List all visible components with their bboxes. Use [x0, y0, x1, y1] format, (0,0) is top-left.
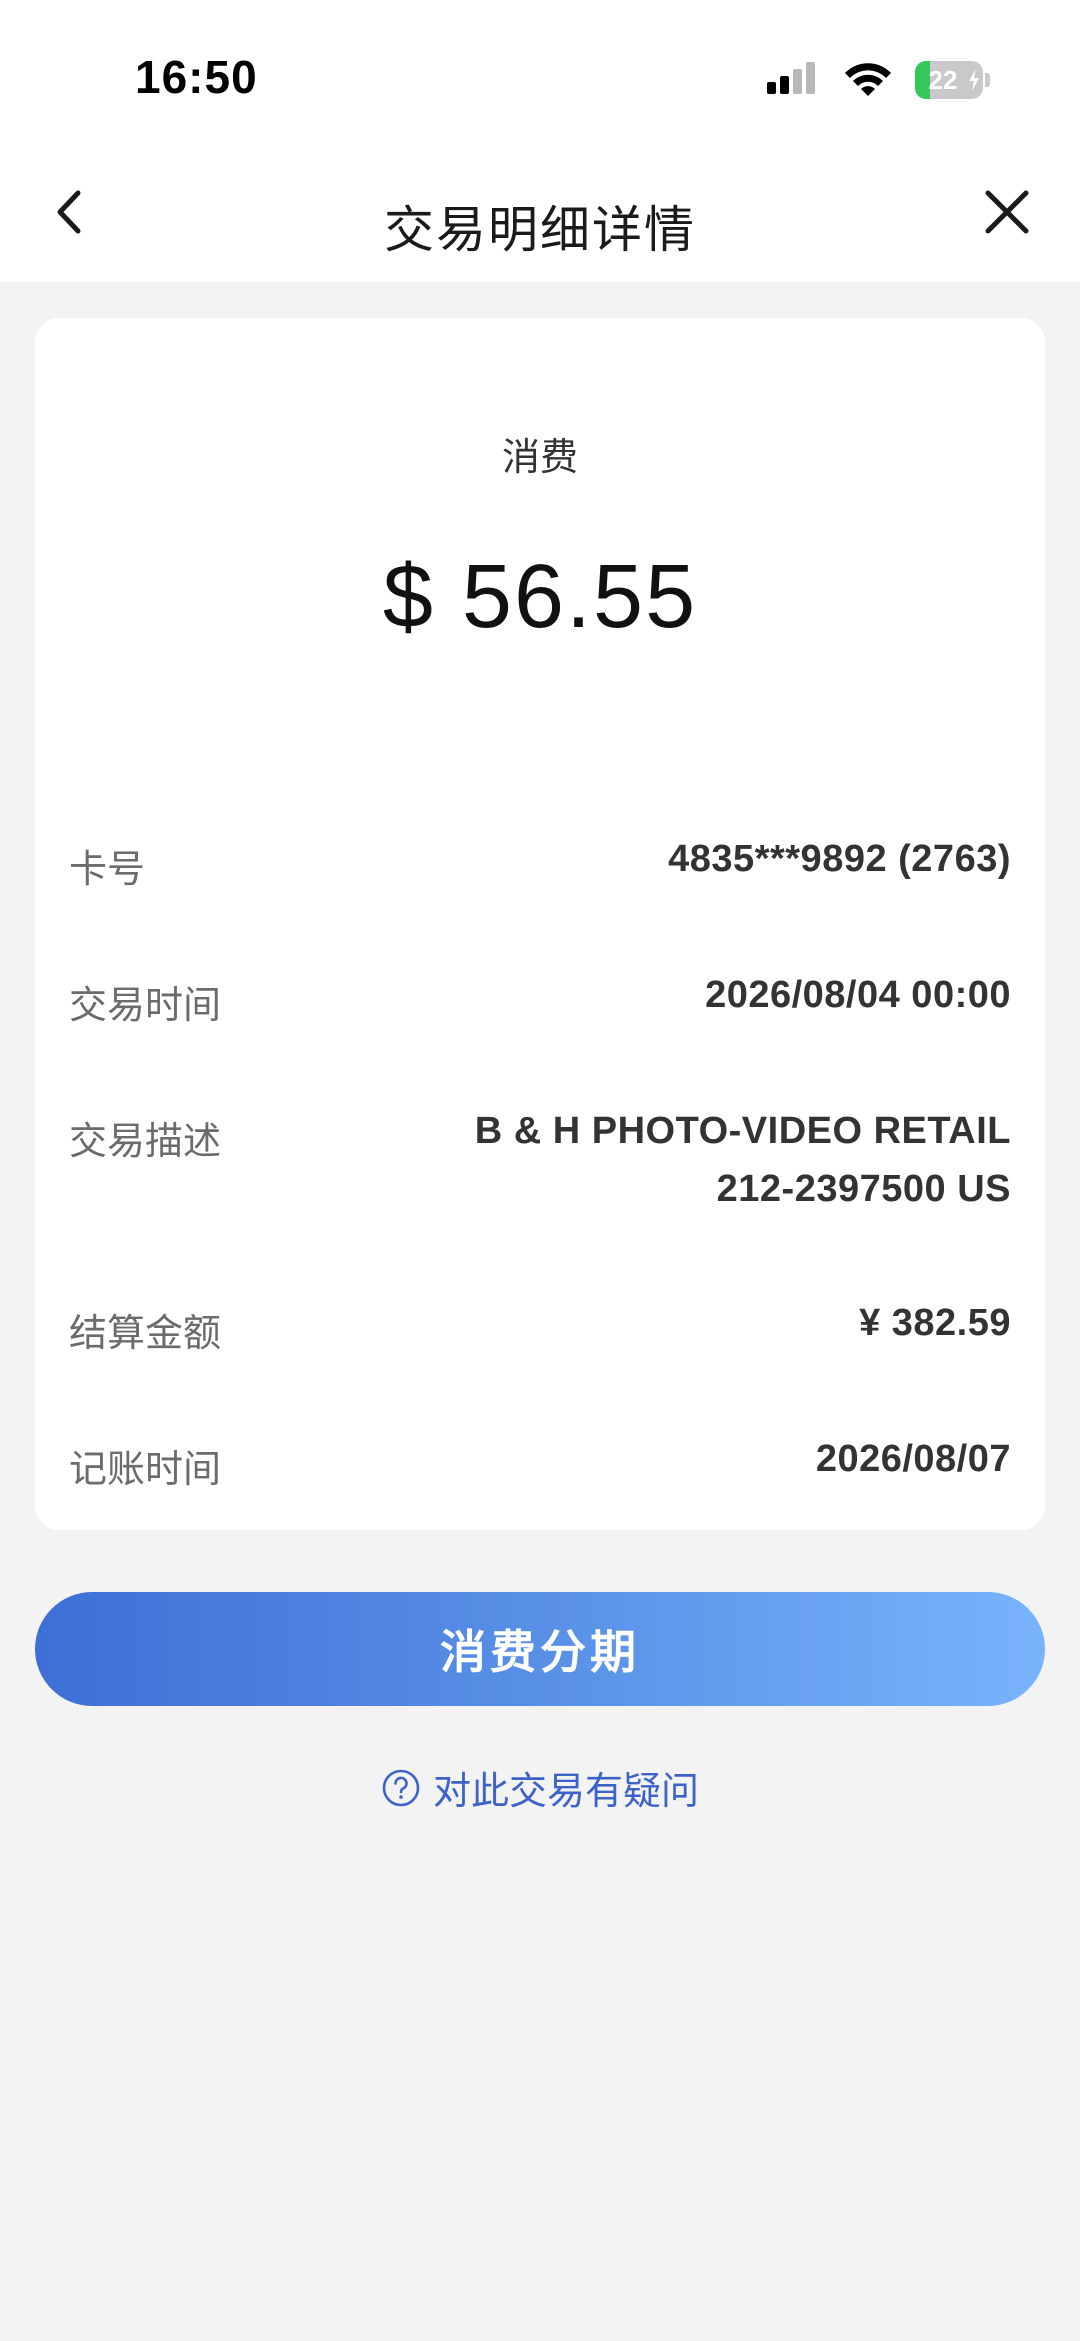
- transaction-time-text: 2026/08/04 00:00: [705, 974, 1011, 1016]
- card-number-value: 4835***9892 (2763): [668, 830, 1011, 888]
- description-line-2: 212-2397500 US: [716, 1168, 1011, 1210]
- navigation-bar: 交易明细详情: [0, 160, 1080, 282]
- transaction-description-label: 交易描述: [69, 1121, 222, 1163]
- card-number-text: 4835***9892 (2763): [668, 838, 1011, 880]
- cellular-signal-icon: [767, 62, 815, 94]
- battery-icon: 22: [915, 61, 983, 99]
- question-circle-icon: [382, 1769, 420, 1806]
- settlement-amount-text: ¥ 382.59: [859, 1302, 1011, 1344]
- battery-level-text: 22: [928, 64, 958, 95]
- status-bar: 16:50 22: [0, 0, 1080, 160]
- transaction-type: 消费: [501, 437, 578, 479]
- transaction-detail-card: 消费 $ 56.55 卡号 4835***9892 (2763) 交易时间 20…: [35, 318, 1045, 1530]
- transaction-description-value: B & H PHOTO-VIDEO RETAIL 212-2397500 US: [475, 1102, 1011, 1218]
- installment-button[interactable]: 消费分期: [35, 1592, 1045, 1706]
- settlement-amount-label: 结算金额: [69, 1313, 222, 1355]
- transaction-time-value: 2026/08/04 00:00: [705, 966, 1011, 1024]
- wifi-icon: [845, 63, 891, 96]
- posting-date-label: 记账时间: [69, 1449, 222, 1491]
- transaction-amount: $ 56.55: [382, 547, 698, 647]
- charging-bolt-icon: [969, 69, 979, 91]
- battery-nub: [985, 73, 990, 87]
- page-title: 交易明细详情: [384, 202, 696, 258]
- posting-date-value: 2026/08/07: [816, 1430, 1011, 1488]
- close-button[interactable]: [972, 182, 1042, 242]
- status-time: 16:50: [135, 51, 258, 103]
- status-icons: 22: [765, 56, 990, 104]
- card-number-label: 卡号: [69, 849, 146, 891]
- transaction-time-label: 交易时间: [69, 985, 222, 1027]
- posting-date-text: 2026/08/07: [815, 1438, 1011, 1480]
- transaction-question-label: 对此交易有疑问: [432, 1771, 699, 1813]
- close-icon: [985, 190, 1029, 234]
- transaction-question-link[interactable]: 对此交易有疑问: [0, 1760, 1080, 1815]
- description-line-1: B & H PHOTO-VIDEO RETAIL: [474, 1110, 1011, 1152]
- settlement-amount-value: ¥ 382.59: [859, 1294, 1011, 1352]
